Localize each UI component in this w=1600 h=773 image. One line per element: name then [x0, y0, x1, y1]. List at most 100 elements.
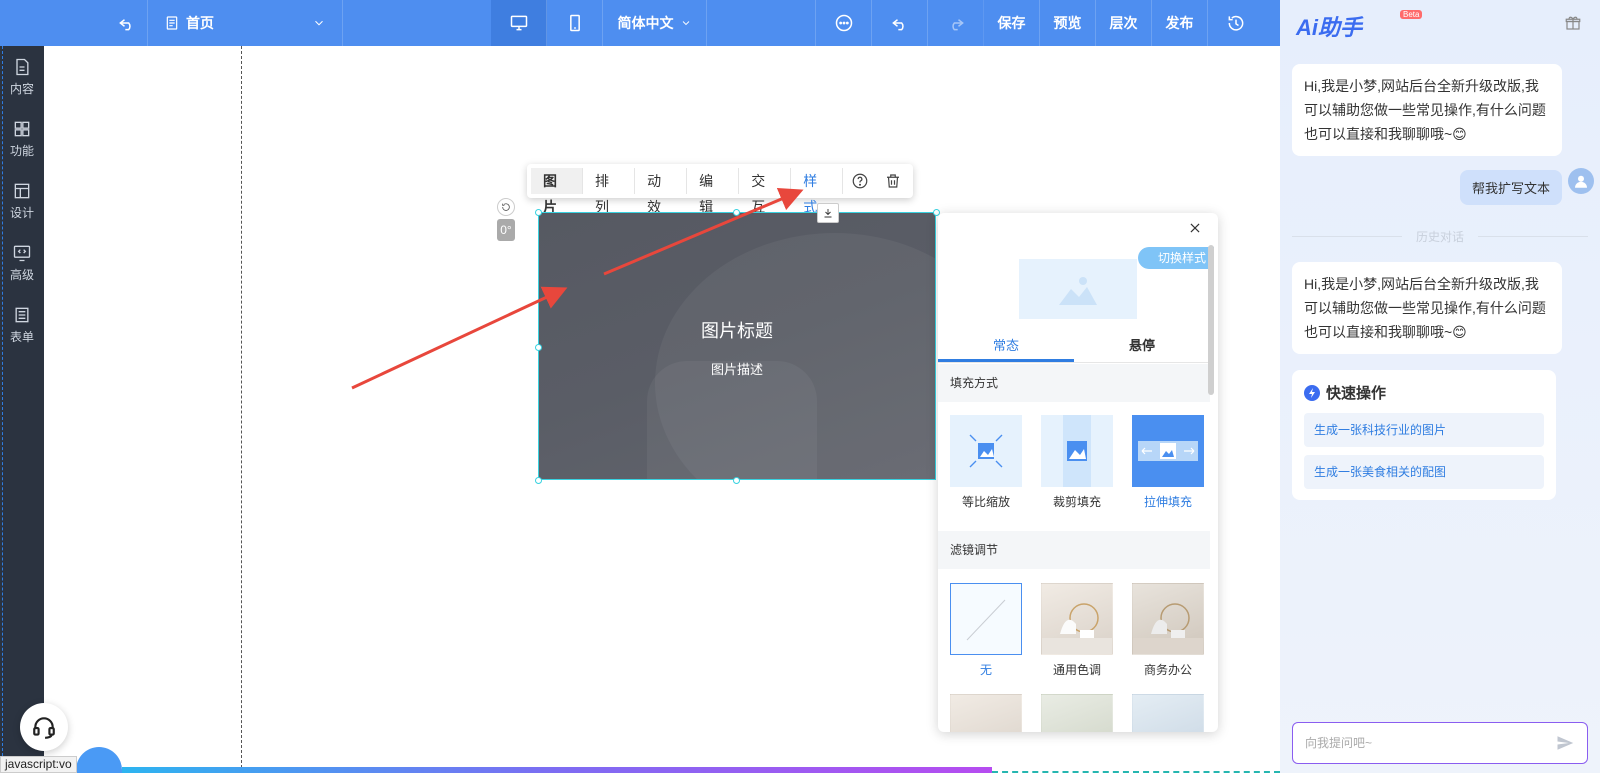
rotate-icon — [502, 203, 510, 211]
tab-style[interactable]: 样式 — [791, 168, 844, 215]
download-button[interactable] — [817, 203, 839, 223]
mobile-view-button[interactable] — [547, 0, 603, 46]
tab-arrange[interactable]: 排列 — [583, 168, 636, 215]
filter-option-thumb — [1041, 583, 1113, 655]
page-icon — [166, 16, 178, 30]
filter-option-none[interactable]: 无 — [950, 583, 1022, 678]
sidebar-item-form[interactable]: 表单 — [0, 294, 44, 356]
switch-style-button[interactable]: 切换样式 — [1137, 247, 1214, 269]
sidebar-item-design[interactable]: 设计 — [0, 170, 44, 232]
tab-animation[interactable]: 动效 — [635, 168, 688, 215]
image-element[interactable]: 图片标题 图片描述 — [538, 212, 936, 480]
filter-option-more-2[interactable] — [1041, 694, 1113, 732]
fill-option-label: 等比缩放 — [961, 495, 1010, 509]
fill-option-stretch[interactable]: 拉伸填充 — [1132, 415, 1204, 510]
more-button[interactable] — [816, 0, 872, 46]
close-icon — [1190, 223, 1200, 233]
sidebar-item-label: 高级 — [9, 268, 34, 282]
back-button[interactable] — [0, 0, 148, 46]
send-button[interactable] — [1556, 734, 1576, 754]
filter-option-more-3[interactable] — [1132, 694, 1204, 732]
topbar-spacer-2 — [707, 0, 816, 46]
beta-badge: Beta — [1400, 10, 1423, 19]
fill-option-proportional[interactable]: 等比缩放 — [950, 415, 1022, 510]
sidebar-item-functions[interactable]: 功能 — [0, 108, 44, 170]
layout-icon — [14, 183, 30, 199]
desktop-view-button[interactable] — [491, 0, 547, 46]
language-label: 简体中文 — [617, 15, 674, 31]
filter-sample-photo-icon — [1133, 603, 1203, 654]
layers-button[interactable]: 层次 — [1096, 0, 1152, 46]
tab-image[interactable]: 图片 — [531, 168, 584, 215]
apps-icon — [14, 121, 30, 137]
page-selector[interactable]: 首页 — [148, 0, 343, 46]
left-sidebar: 内容 功能 设计 高级 表单 — [0, 46, 44, 773]
canvas-guide-line — [241, 46, 242, 773]
mobile-icon — [569, 14, 580, 32]
style-panel: 切换样式 常态 悬停 填充方式 等比缩放 裁剪填充 拉伸填充 滤镜调节 无 通用… — [938, 213, 1218, 732]
style-preview — [1019, 259, 1137, 319]
undo-button[interactable] — [872, 0, 928, 46]
trash-icon — [886, 174, 899, 188]
send-icon — [1557, 736, 1574, 750]
sidebar-item-advanced[interactable]: 高级 — [0, 232, 44, 294]
browser-status-text: javascript:vo — [0, 756, 77, 773]
history-divider: 历史对话 — [1292, 228, 1588, 245]
chevron-down-icon — [682, 21, 689, 26]
tab-hover[interactable]: 悬停 — [1074, 335, 1210, 362]
filter-option-thumb — [950, 694, 1022, 732]
filter-section-title: 滤镜调节 — [938, 531, 1210, 569]
filter-option-general[interactable]: 通用色调 — [1041, 583, 1113, 678]
resize-handle-bottom[interactable] — [733, 477, 740, 484]
quick-action-tech-image[interactable]: 生成一张科技行业的图片 — [1304, 413, 1544, 447]
desktop-icon — [510, 15, 527, 31]
redo-button[interactable] — [928, 0, 984, 46]
no-filter-icon — [966, 599, 1006, 641]
rotate-button[interactable] — [497, 198, 515, 216]
resize-handle-left[interactable] — [535, 344, 542, 351]
image-background-shape — [647, 361, 817, 479]
resize-handle-bottom-left[interactable] — [535, 477, 542, 484]
resize-handle-top-left[interactable] — [535, 209, 542, 216]
redo-icon — [951, 19, 964, 31]
rotation-value: 0° — [497, 219, 515, 241]
preview-button[interactable]: 预览 — [1040, 0, 1096, 46]
history-button[interactable] — [1208, 0, 1264, 46]
filter-option-business[interactable]: 商务办公 — [1132, 583, 1204, 678]
sidebar-item-content[interactable]: 内容 — [0, 46, 44, 108]
help-button[interactable] — [843, 168, 876, 194]
fill-option-crop[interactable]: 裁剪填充 — [1041, 415, 1113, 510]
sidebar-item-label: 表单 — [9, 330, 34, 344]
tab-normal[interactable]: 常态 — [938, 335, 1074, 362]
image-title[interactable]: 图片标题 — [539, 317, 935, 343]
panel-scrollbar[interactable] — [1208, 245, 1214, 395]
tab-edit[interactable]: 编辑 — [687, 168, 740, 215]
ai-assistant-panel: Ai助手 Beta Hi,我是小梦,网站后台全新升级改版,我可以辅助您做一些常见… — [1280, 0, 1600, 773]
customer-support-button[interactable] — [20, 703, 68, 751]
publish-button[interactable]: 发布 — [1152, 0, 1208, 46]
resize-handle-top[interactable] — [733, 209, 740, 216]
fill-option-label: 裁剪填充 — [1052, 495, 1101, 509]
language-selector[interactable]: 简体中文 — [603, 0, 707, 46]
save-button[interactable]: 保存 — [984, 0, 1040, 46]
ai-chat-input[interactable] — [1292, 722, 1588, 764]
back-arrow-icon — [119, 19, 131, 31]
delete-button[interactable] — [876, 168, 909, 194]
fill-option-label: 拉伸填充 — [1143, 495, 1192, 509]
image-description[interactable]: 图片描述 — [539, 359, 935, 378]
content-icon — [16, 58, 29, 76]
gift-button[interactable] — [1564, 14, 1582, 32]
sidebar-item-label: 功能 — [9, 144, 34, 158]
filter-option-more-1[interactable] — [950, 694, 1022, 732]
tab-interaction[interactable]: 交互 — [739, 168, 792, 215]
fill-option-thumb — [1132, 415, 1204, 487]
stretch-fill-icon — [1138, 441, 1198, 461]
close-button[interactable] — [1188, 221, 1206, 239]
quick-action-food-image[interactable]: 生成一张美食相关的配图 — [1304, 455, 1544, 489]
lightning-icon — [1304, 384, 1320, 401]
user-message: 帮我扩写文本 — [1460, 170, 1563, 205]
top-toolbar: 首页 简体中文 保存 预览 层次 发布 — [0, 0, 1280, 46]
sidebar-item-label: 内容 — [9, 82, 34, 96]
filter-option-thumb — [1041, 694, 1113, 732]
rotate-control: 0° — [497, 198, 515, 242]
